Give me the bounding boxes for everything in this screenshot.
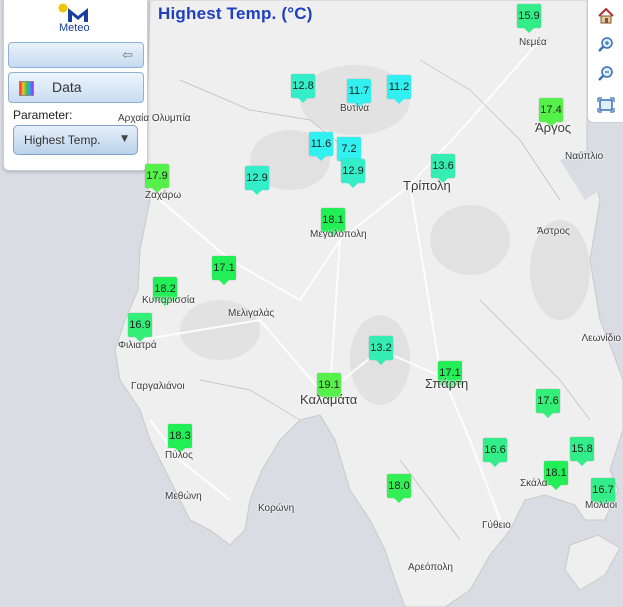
zoom-out-icon — [598, 66, 613, 81]
station-marker[interactable]: 16.7 — [591, 478, 615, 507]
data-button[interactable]: Data — [8, 72, 144, 103]
station-marker[interactable]: 15.8 — [570, 437, 594, 466]
station-marker[interactable]: 7.2 — [337, 137, 361, 166]
color-scale-icon — [19, 81, 34, 96]
place-label: Μελιγαλάς — [228, 308, 275, 319]
station-marker[interactable]: 13.2 — [369, 336, 393, 365]
station-marker[interactable]: 12.9 — [245, 166, 269, 195]
station-marker[interactable]: 16.9 — [128, 313, 152, 342]
home-button[interactable] — [594, 4, 618, 28]
place-label: Τρίπολη — [403, 178, 451, 193]
place-label: Κυπαρισσία — [142, 295, 195, 306]
zoom-in-button[interactable] — [594, 33, 618, 57]
place-label: Σκάλα — [520, 478, 548, 489]
zoom-in-icon — [598, 37, 613, 52]
control-panel: Meteo ⇦ Data Parameter: Highest Temp. ▼ — [3, 0, 148, 171]
place-label: Γύθειο — [482, 520, 511, 531]
station-marker[interactable]: 17.6 — [536, 389, 560, 418]
logo-text: Meteo — [59, 22, 90, 34]
place-label: Μεγαλόπολη — [310, 229, 367, 240]
station-marker[interactable]: 11.6 — [309, 132, 333, 161]
place-label: Κορώνη — [258, 503, 295, 514]
station-marker[interactable]: 18.1 — [544, 461, 568, 490]
data-button-label: Data — [52, 79, 82, 95]
fit-extent-button[interactable] — [594, 93, 618, 117]
station-marker[interactable]: 17.1 — [212, 256, 236, 285]
place-label: Γαργαλιάνοι — [131, 381, 185, 392]
fit-extent-icon — [597, 97, 615, 113]
collapse-panel-button[interactable]: ⇦ — [8, 42, 144, 68]
station-marker[interactable]: 18.0 — [387, 474, 411, 503]
place-label: Σπάρτη — [425, 376, 469, 391]
place-label: Βυτίνα — [340, 103, 370, 114]
place-label: Πύλος — [165, 450, 193, 461]
place-label: Φιλιατρά — [118, 340, 157, 351]
parameter-value: Highest Temp. — [24, 133, 101, 147]
place-label: Άστρος — [537, 226, 570, 237]
station-marker[interactable]: 17.4 — [539, 98, 563, 127]
place-label: Άργος — [535, 120, 572, 135]
station-marker[interactable]: 11.2 — [387, 75, 411, 104]
home-icon — [598, 7, 614, 24]
place-label: Αρεόπολη — [408, 562, 453, 573]
place-label: Μεθώνη — [165, 491, 202, 502]
station-marker[interactable]: 12.8 — [291, 74, 315, 103]
place-label: Λεωνίδιο — [581, 333, 621, 344]
map-title: Highest Temp. (°C) — [158, 4, 313, 23]
station-marker[interactable]: 11.7 — [347, 79, 371, 108]
arrow-left-icon: ⇦ — [122, 48, 133, 63]
station-marker[interactable]: 18.3 — [168, 424, 192, 453]
zoom-out-button[interactable] — [594, 62, 618, 86]
station-marker[interactable]: 15.9 — [517, 4, 541, 33]
station-marker[interactable]: 17.9 — [145, 164, 169, 193]
place-label: Μολάοι — [585, 500, 618, 511]
station-marker[interactable]: 12.9 — [341, 159, 365, 188]
station-marker[interactable]: 16.6 — [483, 438, 507, 467]
map-tools — [587, 0, 623, 123]
parameter-select[interactable]: Highest Temp. ▼ — [13, 125, 138, 155]
place-label: Ζαχάρω — [145, 190, 182, 201]
parameter-label: Parameter: — [13, 108, 73, 122]
place-label: Ναύπλιο — [565, 151, 604, 162]
place-label: Αρχαία Ολυμπία — [118, 113, 191, 124]
place-label: Νεμέα — [519, 37, 547, 48]
place-label: Καλαμάτα — [300, 392, 358, 407]
station-marker[interactable]: 13.6 — [431, 154, 455, 183]
chevron-down-icon: ▼ — [121, 134, 128, 144]
